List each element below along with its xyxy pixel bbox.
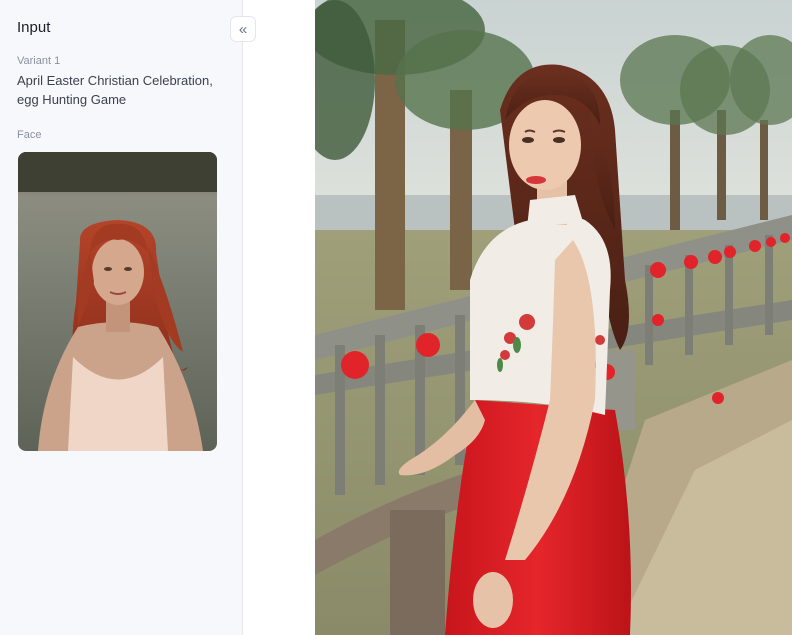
face-reference-image[interactable] <box>18 152 217 451</box>
face-label: Face <box>17 129 42 141</box>
input-sidebar: Input Variant 1 April Easter Christian C… <box>0 0 243 635</box>
double-chevron-left-icon: « <box>238 20 248 38</box>
sidebar-title: Input <box>17 19 51 36</box>
panel-gap <box>243 0 315 635</box>
generated-output-image[interactable] <box>315 0 792 635</box>
prompt-text: April Easter Christian Celebration, egg … <box>17 73 213 107</box>
collapse-sidebar-button[interactable]: « <box>230 16 256 42</box>
variant-label: Variant 1 <box>17 55 61 67</box>
